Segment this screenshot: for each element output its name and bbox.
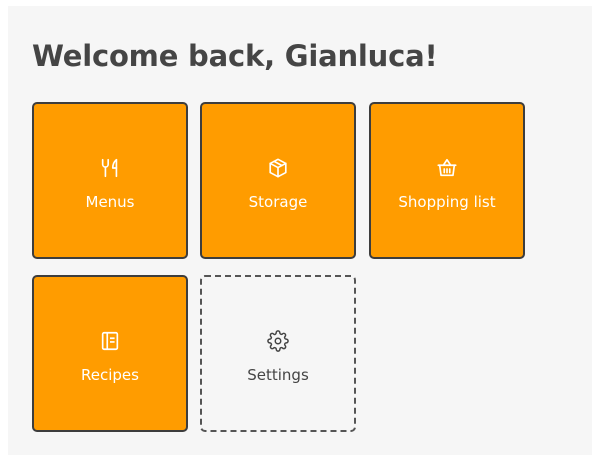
menus-label: Menus bbox=[85, 192, 135, 211]
book-icon bbox=[99, 330, 121, 352]
recipes-label: Recipes bbox=[81, 365, 139, 384]
storage-label: Storage bbox=[248, 192, 308, 211]
gear-icon bbox=[267, 329, 289, 352]
storage-tile[interactable]: Storage bbox=[200, 102, 356, 259]
shopping-list-label: Shopping list bbox=[398, 192, 496, 211]
basket-icon bbox=[436, 157, 458, 179]
page-title: Welcome back, Gianluca! bbox=[32, 39, 438, 73]
menus-tile[interactable]: Menus bbox=[32, 102, 188, 259]
shopping-list-tile[interactable]: Shopping list bbox=[369, 102, 525, 259]
recipes-tile[interactable]: Recipes bbox=[32, 275, 188, 432]
settings-label: Settings bbox=[247, 365, 309, 384]
box-icon bbox=[267, 157, 289, 179]
fork-knife-icon bbox=[99, 157, 121, 179]
settings-tile[interactable]: Settings bbox=[200, 275, 356, 432]
